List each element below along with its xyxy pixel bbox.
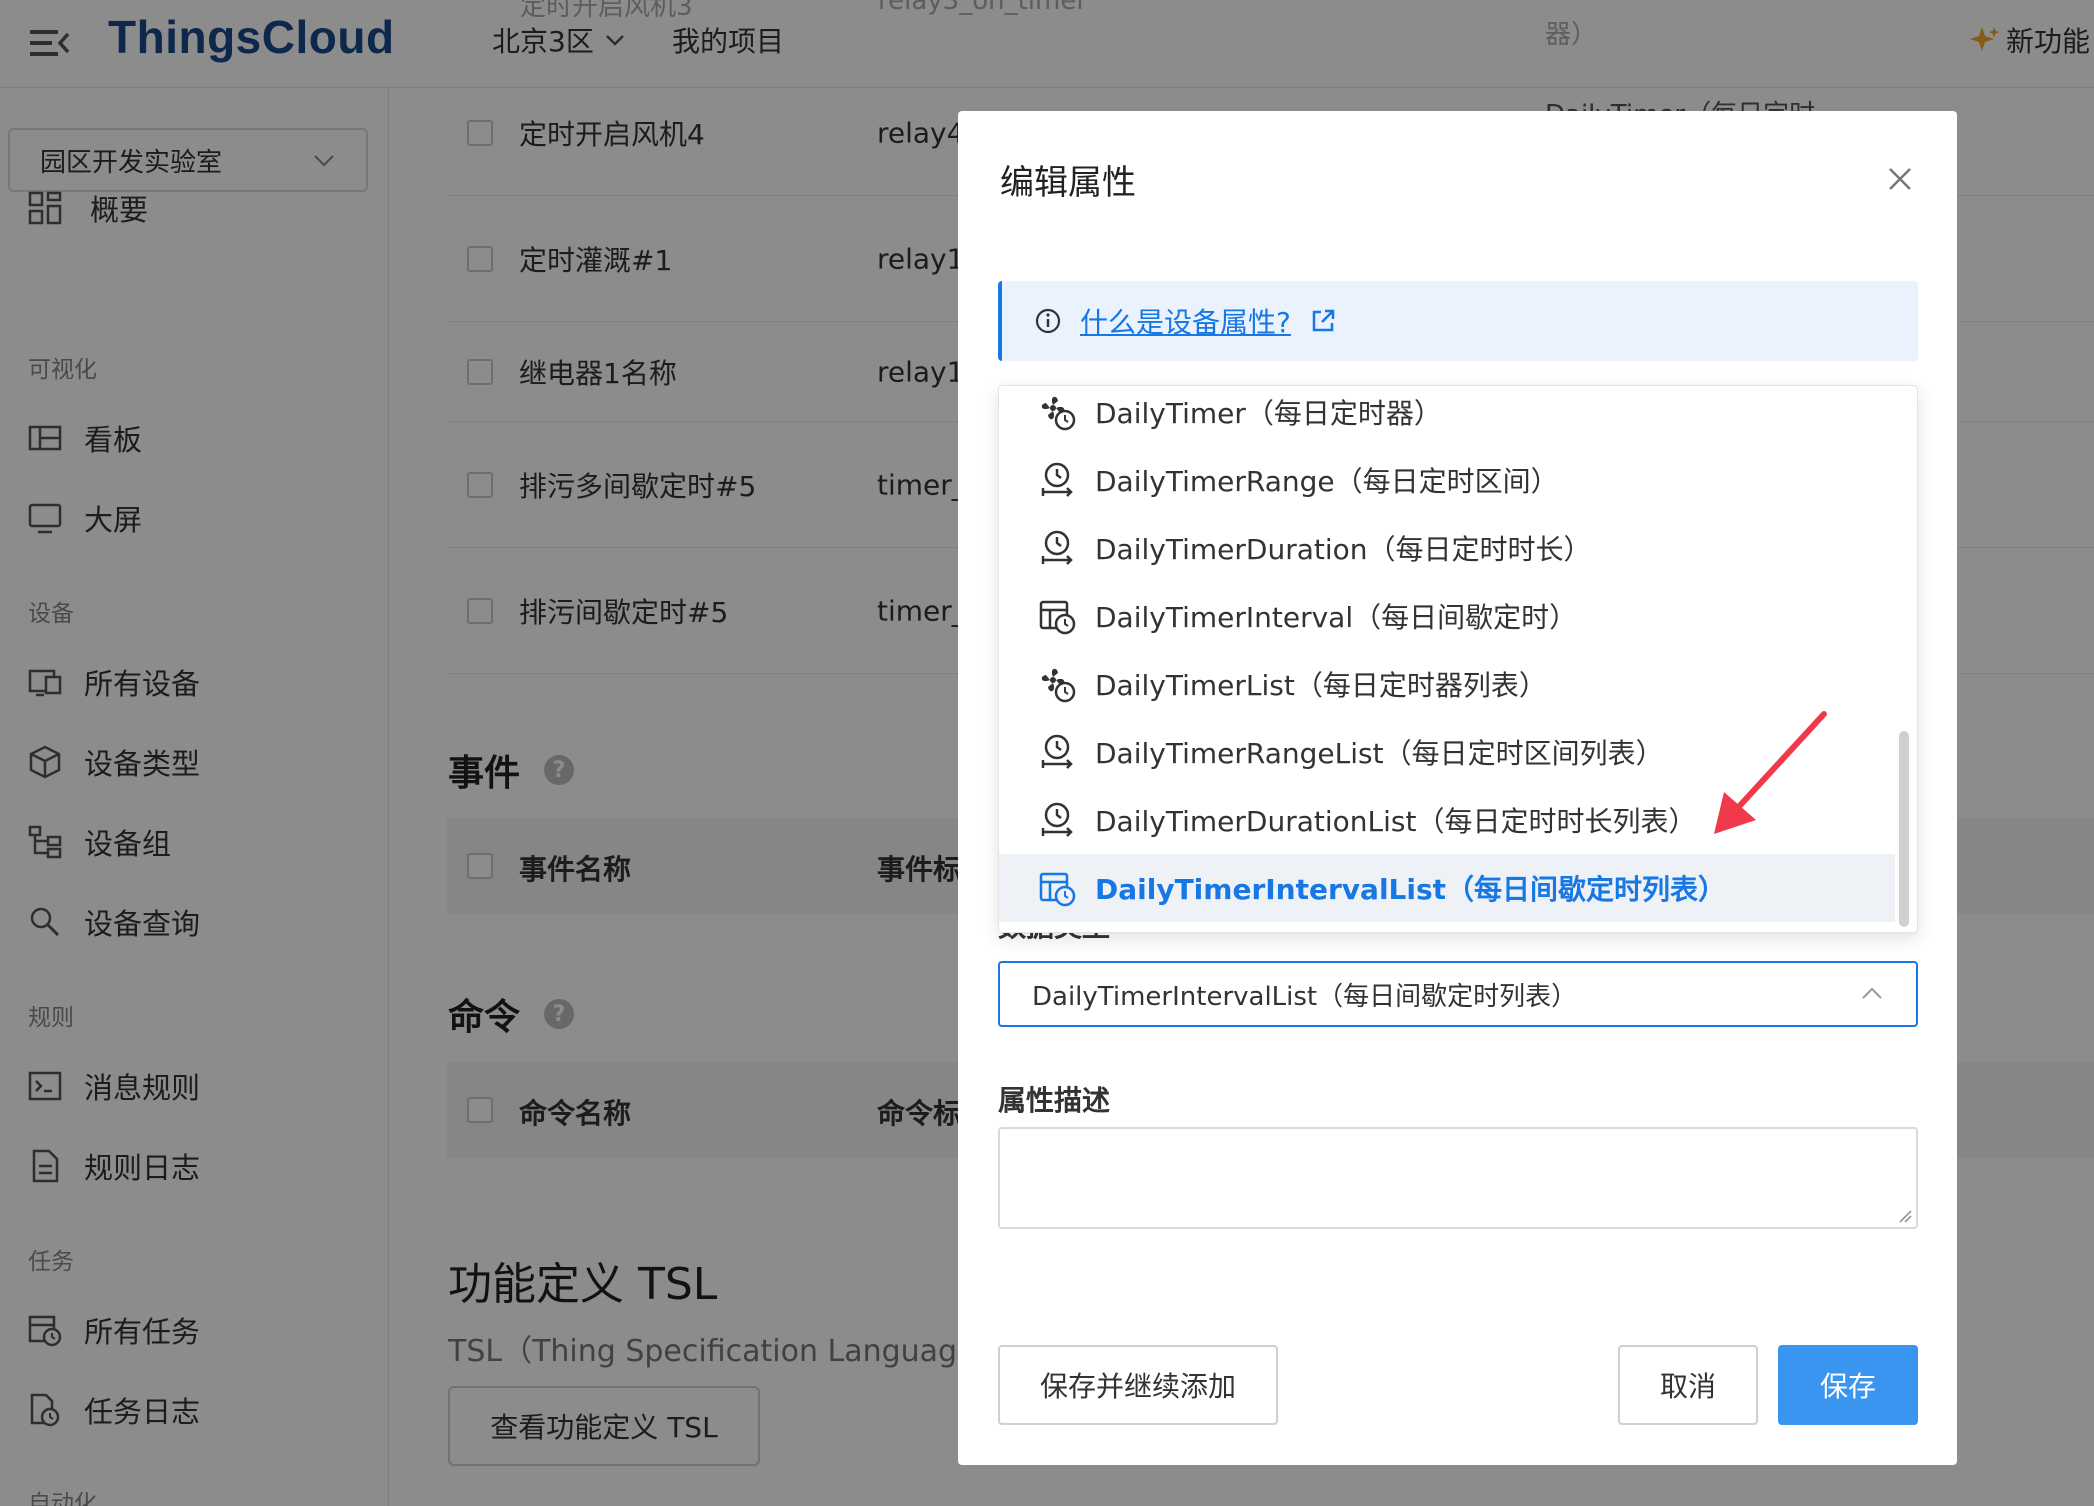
clock-range-icon <box>1041 462 1073 497</box>
option-label: DailyTimerDuration（每日定时时长） <box>1095 533 1592 566</box>
info-banner: 什么是设备属性? <box>998 281 1918 361</box>
fan-clock-icon <box>1041 668 1076 703</box>
description-textarea[interactable] <box>998 1127 1918 1229</box>
description-label: 属性描述 <box>998 1084 1111 1117</box>
calendar-clock-icon <box>1039 872 1076 907</box>
external-link-icon[interactable] <box>1309 307 1337 335</box>
modal-title: 编辑属性 <box>1000 163 1136 203</box>
option-label: DailyTimerIntervalList（每日间歇定时列表） <box>1095 873 1727 906</box>
calendar-clock-icon <box>1039 600 1076 635</box>
close-icon[interactable] <box>1882 161 1918 197</box>
data-type-dropdown: DailyTimer（每日定时器） DailyTimerRange（每日定时区间… <box>998 385 1918 933</box>
save-and-continue-button[interactable]: 保存并继续添加 <box>998 1345 1278 1425</box>
fan-clock-icon <box>1041 396 1076 431</box>
option-label: DailyTimerInterval（每日间歇定时） <box>1095 601 1578 634</box>
option-label: DailyTimerRange（每日定时区间） <box>1095 465 1559 498</box>
annotation-arrow-icon <box>1714 711 1827 834</box>
option-label: DailyTimerDurationList（每日定时时长列表） <box>1095 805 1697 838</box>
data-type-select[interactable]: DailyTimerIntervalList（每日间歇定时列表） <box>998 961 1918 1027</box>
option-label: DailyTimer（每日定时器） <box>1095 397 1442 430</box>
chevron-up-icon <box>1862 987 1882 999</box>
dropdown-option-daily-timer[interactable]: DailyTimer（每日定时器） <box>999 386 1895 446</box>
clock-range-icon <box>1041 802 1073 837</box>
clock-range-icon <box>1041 734 1073 769</box>
option-label: DailyTimerList（每日定时器列表） <box>1095 669 1547 702</box>
cancel-button[interactable]: 取消 <box>1618 1345 1758 1425</box>
dropdown-scrollbar[interactable] <box>1899 731 1909 927</box>
info-link[interactable]: 什么是设备属性? <box>1080 301 1291 341</box>
dropdown-option-daily-timer-interval-list[interactable]: DailyTimerIntervalList（每日间歇定时列表） <box>999 854 1895 922</box>
dropdown-option-daily-timer-interval[interactable]: DailyTimerInterval（每日间歇定时） <box>999 582 1895 650</box>
dropdown-option-daily-timer-duration[interactable]: DailyTimerDuration（每日定时时长） <box>999 514 1895 582</box>
data-type-value: DailyTimerIntervalList（每日间歇定时列表） <box>1032 981 1578 1012</box>
option-label: DailyTimerRangeList（每日定时区间列表） <box>1095 737 1664 770</box>
info-icon <box>1035 308 1061 334</box>
save-button[interactable]: 保存 <box>1778 1345 1918 1425</box>
clock-range-icon <box>1041 530 1073 565</box>
resize-grip-icon[interactable] <box>1898 1209 1912 1223</box>
dropdown-option-daily-timer-range[interactable]: DailyTimerRange（每日定时区间） <box>999 446 1895 514</box>
